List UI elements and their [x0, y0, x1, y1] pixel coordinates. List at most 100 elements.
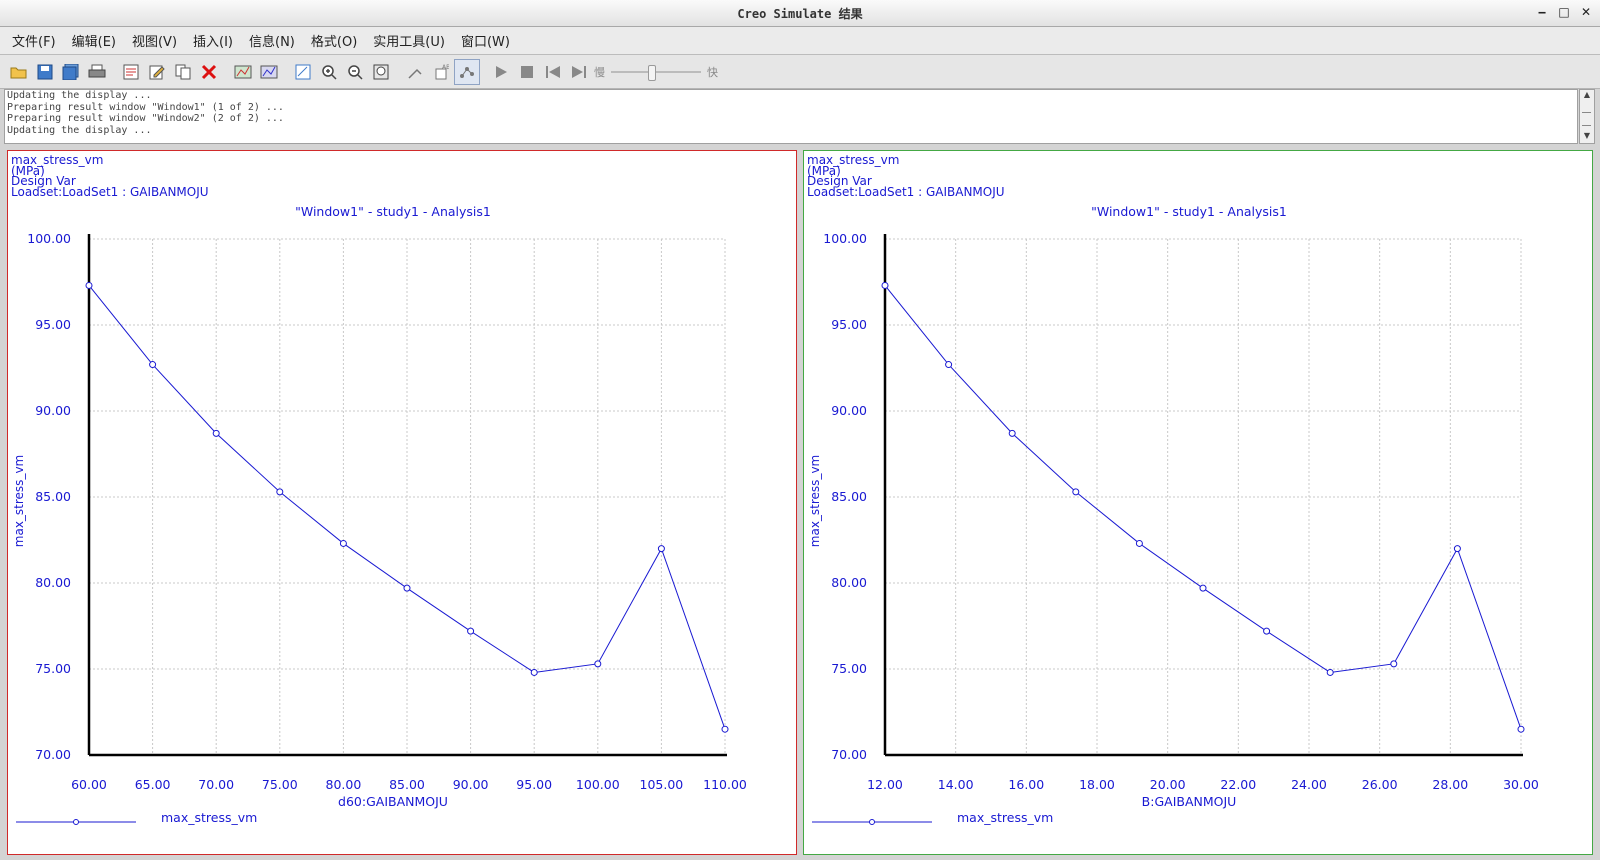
x-tick-label: 65.00 [135, 777, 171, 792]
scroll-down-icon[interactable]: ▼ [1580, 131, 1594, 143]
data-point [721, 725, 729, 733]
slow-label: 慢 [594, 65, 605, 79]
x-tick-label: 28.00 [1432, 777, 1468, 792]
menu-utilities[interactable]: 实用工具(U) [365, 31, 453, 50]
zoom-out-icon[interactable] [342, 59, 368, 85]
window-title: Creo Simulate 结果 [737, 7, 863, 21]
speed-slider-track[interactable] [611, 64, 701, 81]
x-tick-label: 30.00 [1503, 777, 1539, 792]
header-loadset: Loadset:LoadSet1 : GAIBANMOJU [807, 184, 1005, 199]
x-tick-label: 90.00 [453, 777, 489, 792]
graph-plot-1: "Window1" - study1 - Analysis1 60.00 65.00… [12, 204, 747, 825]
x-tick-label: 100.00 [576, 777, 620, 792]
stop-icon[interactable] [514, 59, 540, 85]
x-tick-label: 22.00 [1220, 777, 1256, 792]
scroll-thumb[interactable] [1582, 112, 1591, 126]
chart-title: "Window1" - study1 - Analysis1 [1091, 204, 1287, 219]
menu-edit[interactable]: 编辑(E) [64, 31, 124, 50]
menu-view[interactable]: 视图(V) [124, 31, 185, 50]
x-tick-label: 75.00 [262, 777, 298, 792]
speed-slider-thumb[interactable] [647, 64, 656, 81]
result-window-1[interactable]: max_stress_vm (MPa) Design Var Loadset:L… [7, 150, 797, 855]
hide-results-icon[interactable] [256, 59, 282, 85]
data-point [1008, 429, 1016, 437]
legend-label: max_stress_vm [957, 810, 1053, 825]
save-all-icon[interactable] [58, 59, 84, 85]
menu-bar: 文件(F) 编辑(E) 视图(V) 插入(I) 信息(N) 格式(O) 实用工具… [0, 27, 1600, 55]
edit-definition-icon[interactable] [118, 59, 144, 85]
log-line: Preparing result window "Window2" (2 of … [7, 113, 284, 124]
zoom-in-icon[interactable] [316, 59, 342, 85]
info-icon[interactable]: AB [428, 59, 454, 85]
data-point [1135, 539, 1143, 547]
data-point [339, 539, 347, 547]
menu-window[interactable]: 窗口(W) [453, 31, 518, 50]
last-frame-icon[interactable] [566, 59, 592, 85]
open-icon[interactable] [6, 59, 32, 85]
x-tick-label: 14.00 [938, 777, 974, 792]
edit-icon[interactable] [144, 59, 170, 85]
menu-format[interactable]: 格式(O) [303, 31, 365, 50]
y-tick-label: 75.00 [831, 661, 867, 676]
y-tick-label: 80.00 [35, 575, 71, 590]
fast-label: 快 [707, 65, 718, 79]
x-tick-label: 110.00 [703, 777, 747, 792]
panel-header: max_stress_vm (MPa) Design Var Loadset:L… [807, 154, 1005, 199]
toolbar-separator [480, 59, 488, 85]
x-tick-label: 95.00 [516, 777, 552, 792]
menu-info[interactable]: 信息(N) [241, 31, 303, 50]
toolbar-separator [282, 59, 290, 85]
first-frame-icon[interactable] [540, 59, 566, 85]
toolbar: AB 慢 快 [0, 55, 1600, 89]
scroll-up-icon[interactable]: ▲ [1580, 90, 1594, 102]
x-axis-label: B:GAIBANMOJU [1142, 794, 1237, 809]
minimize-icon[interactable]: ‒ [1534, 4, 1550, 20]
legend-marker [73, 819, 79, 825]
x-tick-label: 105.00 [640, 777, 684, 792]
x-tick-label: 20.00 [1150, 777, 1186, 792]
log-line: Updating the display ... [7, 124, 152, 136]
print-icon[interactable] [84, 59, 110, 85]
graph-icon[interactable] [454, 58, 480, 85]
delete-icon[interactable] [196, 59, 222, 85]
x-tick-label: 80.00 [326, 777, 362, 792]
y-tick-label: 95.00 [35, 317, 71, 332]
y-tick-label: 95.00 [831, 317, 867, 332]
y-tick-label: 80.00 [831, 575, 867, 590]
view-model-icon[interactable] [290, 59, 316, 85]
data-point [85, 281, 93, 289]
result-window-2[interactable]: max_stress_vm (MPa) Design Var Loadset:L… [803, 150, 1593, 855]
spin-icon[interactable] [402, 59, 428, 85]
data-point [212, 429, 220, 437]
menu-file[interactable]: 文件(F) [4, 31, 64, 50]
svg-text:AB: AB [442, 64, 449, 71]
save-icon[interactable] [32, 59, 58, 85]
x-tick-label: 85.00 [389, 777, 425, 792]
maximize-icon[interactable]: □ [1556, 4, 1572, 20]
refit-icon[interactable] [368, 59, 394, 85]
graph-plot-2: "Window1" - study1 - Analysis1 12.00 14.00… [808, 204, 1539, 825]
panel-header: max_stress_vm (MPa) Design Var Loadset:L… [11, 154, 209, 199]
y-axis-label: max_stress_vm [808, 455, 822, 547]
y-tick-label: 90.00 [35, 403, 71, 418]
data-point [530, 668, 538, 676]
menu-insert[interactable]: 插入(I) [185, 31, 241, 50]
header-loadset: Loadset:LoadSet1 : GAIBANMOJU [11, 184, 209, 199]
log-line: Updating the display ... [7, 90, 152, 101]
close-icon[interactable]: ✕ [1578, 4, 1594, 20]
log-line: Preparing result window "Window1" (1 of … [7, 101, 284, 113]
speed-slider[interactable]: 慢 快 [594, 64, 718, 81]
x-axis-label: d60:GAIBANMOJU [338, 794, 448, 809]
data-point [1453, 545, 1461, 553]
data-point [1390, 660, 1398, 668]
data-point [945, 361, 953, 369]
data-point [1517, 725, 1525, 733]
x-tick-label: 26.00 [1362, 777, 1398, 792]
play-icon[interactable] [488, 59, 514, 85]
show-results-icon[interactable] [230, 59, 256, 85]
y-tick-label: 100.00 [823, 231, 867, 246]
copy-icon[interactable] [170, 59, 196, 85]
legend-label: max_stress_vm [161, 810, 257, 825]
log-scrollbar[interactable]: ▲ ▼ [1579, 89, 1595, 144]
x-tick-label: 60.00 [71, 777, 107, 792]
